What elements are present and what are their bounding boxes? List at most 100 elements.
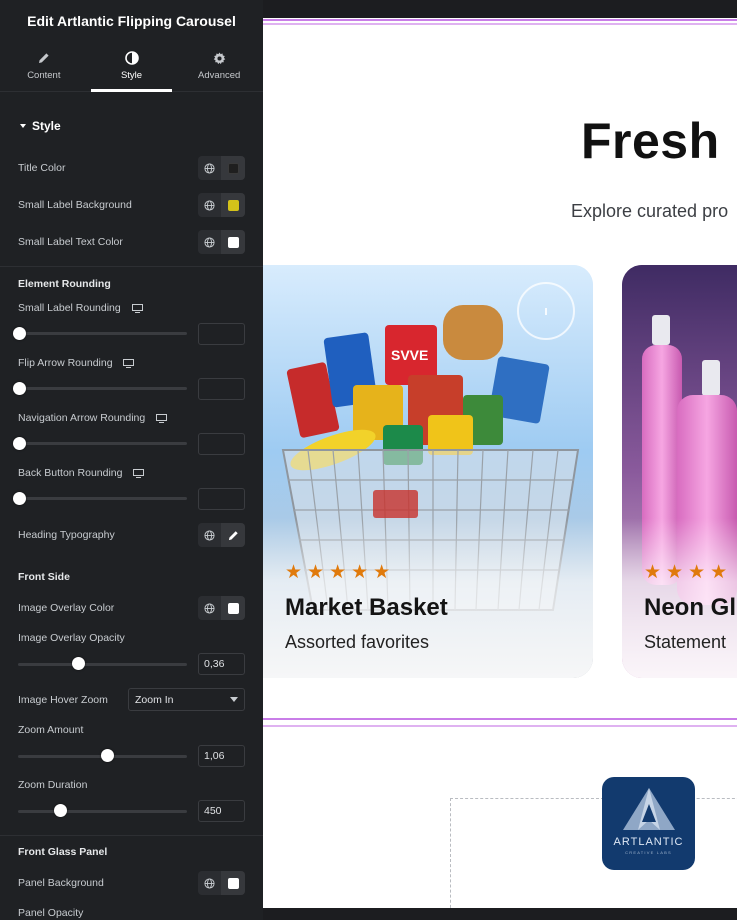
contrast-icon (124, 51, 139, 65)
control-small-label-rounding: Small Label Rounding (13, 301, 245, 345)
slider-handle[interactable] (13, 327, 26, 340)
small-label-background-picker (198, 193, 245, 217)
divider (0, 835, 263, 836)
tab-content[interactable]: Content (0, 41, 88, 91)
control-image-hover-zoom: Image Hover Zoom Zoom In (18, 688, 245, 712)
panel-title: Edit Artlantic Flipping Carousel (0, 0, 263, 41)
title-color-swatch[interactable] (221, 156, 245, 180)
zoom-duration-label: Zoom Duration (18, 779, 88, 791)
tab-advanced[interactable]: Advanced (175, 41, 263, 91)
control-panel-background: Panel Background (18, 871, 245, 895)
color-swatch (227, 877, 239, 889)
control-flip-arrow-rounding: Flip Arrow Rounding (13, 356, 245, 400)
navigation-arrow-rounding-slider[interactable] (18, 442, 187, 445)
control-image-overlay-opacity: Image Overlay Opacity 0,36 (18, 631, 245, 677)
control-title-color: Title Color (18, 156, 245, 180)
carousel-card-market-basket[interactable]: SVVE ★★★★★ Market Basket Assorted favori… (263, 265, 593, 678)
gear-icon (212, 51, 226, 65)
desktop-icon[interactable] (133, 468, 145, 478)
preview-canvas: Fresh p Explore curated pro SVVE (263, 0, 737, 920)
flip-arrow-rounding-label: Flip Arrow Rounding (18, 357, 113, 369)
slider-handle[interactable] (13, 492, 26, 505)
card-title: Neon Gl (644, 594, 737, 621)
caret-down-icon (20, 124, 26, 128)
image-overlay-color-picker (198, 596, 245, 620)
control-zoom-duration: Zoom Duration 450 (18, 778, 245, 824)
rating-stars: ★★★★★ (285, 562, 396, 583)
hero-subtitle: Explore curated pro (571, 201, 729, 221)
divider (0, 266, 263, 267)
navigation-arrow-rounding-label: Navigation Arrow Rounding (18, 412, 146, 424)
panel-background-swatch[interactable] (221, 871, 245, 895)
globe-icon[interactable] (198, 596, 221, 620)
tab-advanced-label: Advanced (198, 70, 241, 81)
heading-typography-controls (198, 523, 245, 547)
small-label-text-color-picker (198, 230, 245, 254)
control-heading-typography: Heading Typography (18, 523, 245, 547)
zoom-amount-label: Zoom Amount (18, 724, 84, 736)
tab-style-label: Style (120, 70, 143, 81)
image-hover-zoom-select[interactable]: Zoom In (128, 688, 245, 711)
small-label-rounding-slider[interactable] (18, 332, 187, 335)
tab-content-label: Content (27, 70, 61, 81)
image-overlay-opacity-input[interactable]: 0,36 (198, 653, 245, 675)
back-button-rounding-slider[interactable] (18, 497, 187, 500)
zoom-amount-input[interactable]: 1,06 (198, 745, 245, 767)
svg-text:SVVE: SVVE (391, 347, 428, 363)
flip-arrow-rounding-input[interactable] (198, 378, 245, 400)
carousel-card-neon[interactable]: ★★★★ Neon Gl Statement (622, 265, 737, 678)
flip-arrow-rounding-slider[interactable] (18, 387, 187, 390)
small-label-text-color-swatch[interactable] (221, 230, 245, 254)
small-label-background-label: Small Label Background (18, 199, 132, 211)
globe-icon[interactable] (198, 871, 221, 895)
small-label-rounding-label: Small Label Rounding (18, 302, 121, 314)
small-label-rounding-input[interactable] (198, 323, 245, 345)
section-border-bottom-inner (263, 725, 737, 727)
control-back-button-rounding: Back Button Rounding (13, 466, 245, 510)
desktop-icon[interactable] (123, 358, 135, 368)
globe-icon[interactable] (198, 230, 221, 254)
title-color-label: Title Color (18, 162, 66, 174)
back-button-rounding-label: Back Button Rounding (18, 467, 123, 479)
globe-icon[interactable] (198, 193, 221, 217)
color-swatch (227, 602, 239, 614)
panel-tabs: Content Style Advanced (0, 41, 263, 92)
logo-tagline: CREATIVE LABS (625, 850, 672, 855)
globe-icon[interactable] (198, 156, 221, 180)
slider-handle[interactable] (72, 657, 86, 670)
preview-top-bar (263, 0, 737, 18)
hero-title: Fresh p (581, 113, 737, 169)
tab-style[interactable]: Style (88, 41, 176, 92)
zoom-duration-slider[interactable] (18, 810, 187, 813)
logo-wordmark: ARTLANTIC (613, 836, 684, 848)
chevron-down-icon (230, 697, 238, 702)
style-section-toggle[interactable]: Style (0, 119, 263, 133)
zoom-duration-input[interactable]: 450 (198, 800, 245, 822)
globe-icon[interactable] (198, 523, 221, 547)
section-title: Style (32, 119, 61, 133)
logo-mark-icon (622, 788, 675, 830)
rating-stars: ★★★★ (644, 562, 733, 583)
flip-icon (545, 308, 547, 315)
control-small-label-background: Small Label Background (18, 193, 245, 217)
flip-arrow-button[interactable] (517, 282, 575, 340)
image-overlay-color-label: Image Overlay Color (18, 602, 115, 614)
slider-handle[interactable] (101, 749, 115, 762)
navigation-arrow-rounding-input[interactable] (198, 433, 245, 455)
panel-background-label: Panel Background (18, 877, 104, 889)
small-label-background-swatch[interactable] (221, 193, 245, 217)
edit-typography-button[interactable] (221, 523, 245, 547)
desktop-icon[interactable] (156, 413, 168, 423)
slider-handle[interactable] (13, 437, 26, 450)
desktop-icon[interactable] (131, 303, 143, 313)
pencil-icon (37, 51, 51, 65)
image-overlay-color-swatch[interactable] (221, 596, 245, 620)
image-overlay-opacity-slider[interactable] (18, 663, 187, 666)
slider-handle[interactable] (53, 804, 67, 817)
section-border-top (263, 19, 737, 21)
slider-handle[interactable] (13, 382, 26, 395)
card-title: Market Basket (285, 594, 448, 621)
control-panel-opacity: Panel Opacity (18, 906, 245, 920)
back-button-rounding-input[interactable] (198, 488, 245, 510)
color-swatch (227, 236, 239, 248)
